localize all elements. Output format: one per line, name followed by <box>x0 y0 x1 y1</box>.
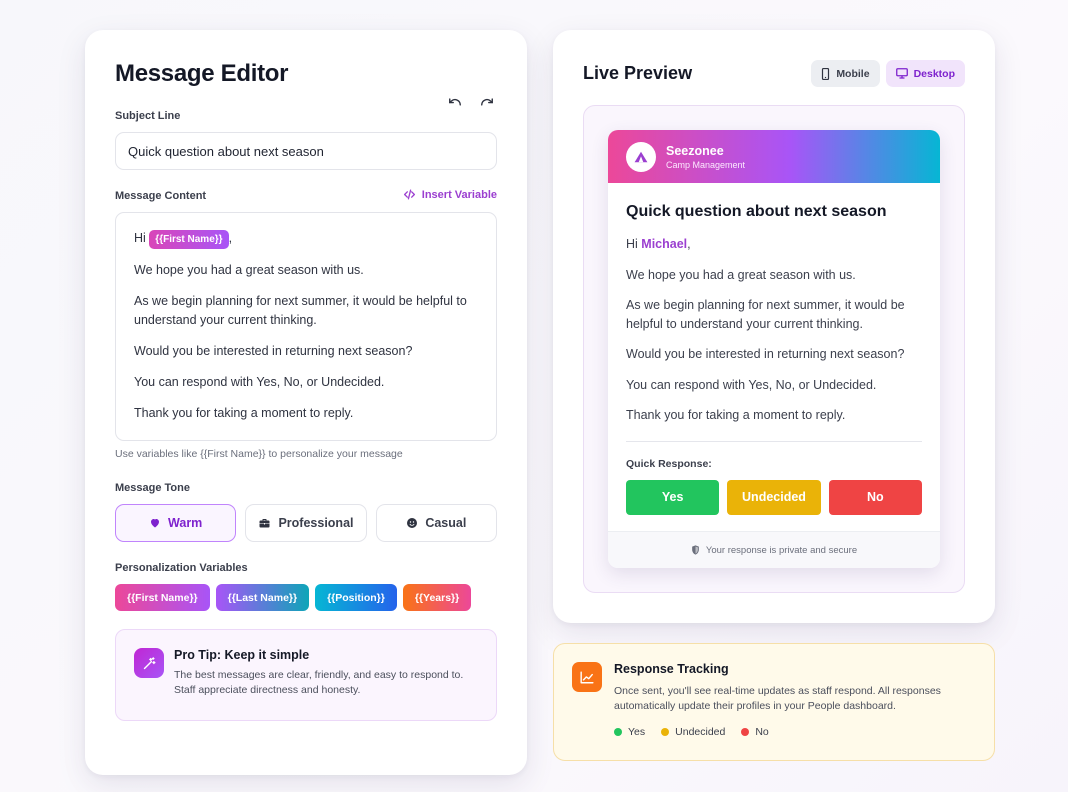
greeting-prefix: Hi <box>134 231 146 245</box>
tone-selector: Warm Professional Casual <box>115 504 497 542</box>
legend-label: Yes <box>628 726 646 738</box>
email-preview: Seezonee Camp Management Quick question … <box>608 130 940 568</box>
tone-professional-label: Professional <box>278 516 354 530</box>
response-tracking-title: Response Tracking <box>614 662 729 676</box>
legend-item-no: No <box>741 726 769 738</box>
smile-icon <box>407 518 418 528</box>
email-subject: Quick question about next season <box>626 203 887 220</box>
device-mobile-label: Mobile <box>836 67 870 80</box>
email-line: Would you be interested in returning nex… <box>626 347 905 361</box>
device-mobile-button[interactable]: Mobile <box>811 60 880 87</box>
phone-icon <box>822 67 830 80</box>
tone-warm-button[interactable]: Warm <box>115 504 237 542</box>
variable-chip-last-name[interactable]: {{Last Name}} <box>215 584 310 611</box>
variable-chip-first-name[interactable]: {{First Name}} <box>115 584 210 611</box>
message-tone-label: Message Tone <box>115 482 190 494</box>
undo-icon[interactable] <box>447 94 463 110</box>
variables-chip-row: {{First Name}} {{Last Name}} {{Position}… <box>115 584 472 611</box>
greeting-suffix: , <box>228 231 233 245</box>
legend-label: No <box>755 726 769 738</box>
email-line: As we begin planning for next summer, it… <box>626 298 905 331</box>
quick-response-label: Quick Response: <box>626 457 712 470</box>
greeting-line: Hi {{First Name}}, <box>134 229 478 249</box>
variable-chip-position[interactable]: {{Position}} <box>315 584 397 611</box>
briefcase-icon <box>259 519 270 528</box>
email-greeting: Hi Michael, <box>626 235 922 254</box>
undo-redo-group <box>447 94 495 110</box>
pro-tip-box: Pro Tip: Keep it simple The best message… <box>115 629 497 721</box>
response-no-button[interactable]: No <box>828 479 922 515</box>
divider <box>626 440 922 442</box>
response-yes-button[interactable]: Yes <box>626 479 720 515</box>
greeting-prefix: Hi <box>626 237 638 251</box>
message-content-editor[interactable]: Hi {{First Name}}, We hope you had a gre… <box>115 212 497 441</box>
device-desktop-button[interactable]: Desktop <box>885 60 965 87</box>
quick-response-buttons: Yes Undecided No <box>626 479 922 515</box>
brand-name: Seezonee <box>666 143 724 158</box>
legend-dot <box>741 728 750 736</box>
email-header: Seezonee Camp Management <box>608 130 940 183</box>
live-preview-title: Live Preview <box>583 63 693 83</box>
content-line: You can respond with Yes, No, or Undecid… <box>134 375 385 389</box>
message-editor-card: Message Editor Subject Line Quick questi… <box>85 30 527 775</box>
footer-text: Your response is private and secure <box>705 544 858 556</box>
live-preview-card: Live Preview Mobile Desktop Seezonee Cam… <box>553 30 995 623</box>
subject-line-label: Subject Line <box>115 110 181 122</box>
email-body: Quick question about next season Hi Mich… <box>608 183 940 515</box>
tone-casual-label: Casual <box>425 516 467 530</box>
content-line: Thank you for taking a moment to reply. <box>134 406 354 420</box>
heart-icon <box>151 519 160 528</box>
monitor-icon <box>895 68 908 79</box>
message-content-label: Message Content <box>115 190 207 202</box>
legend-dot <box>661 728 670 736</box>
variables-hint: Use variables like {{First Name}} to per… <box>115 448 403 460</box>
content-line: We hope you had a great season with us. <box>134 263 364 277</box>
insert-variable-button[interactable]: Insert Variable <box>403 188 497 201</box>
subject-line-input[interactable]: Quick question about next season <box>115 132 497 170</box>
content-line: Would you be interested in returning nex… <box>134 344 413 358</box>
email-line: You can respond with Yes, No, or Undecid… <box>626 377 877 392</box>
subject-line-value: Quick question about next season <box>128 143 324 159</box>
pro-tip-title: Pro Tip: Keep it simple <box>174 648 310 662</box>
response-tracking-card: Response Tracking Once sent, you'll see … <box>553 643 995 761</box>
variable-chip-years[interactable]: {{Years}} <box>402 584 472 611</box>
editor-title: Message Editor <box>115 60 289 87</box>
legend-item-undecided: Undecided <box>661 726 725 738</box>
legend-label: Undecided <box>675 726 726 738</box>
tone-warm-label: Warm <box>168 516 203 530</box>
content-line: As we begin planning for next summer, it… <box>134 294 467 327</box>
redo-icon[interactable] <box>479 94 495 110</box>
shield-icon <box>692 545 699 555</box>
response-tracking-text: Once sent, you'll see real-time updates … <box>614 685 941 712</box>
tracking-legend: Yes Undecided No <box>614 726 976 738</box>
brand-subtitle: Camp Management <box>666 159 746 170</box>
tone-casual-button[interactable]: Casual <box>375 504 497 542</box>
chart-line-icon <box>572 662 602 692</box>
device-toggle: Mobile Desktop <box>811 60 965 87</box>
code-icon <box>403 189 415 200</box>
legend-item-yes: Yes <box>614 726 645 738</box>
email-footer: Your response is private and secure <box>608 531 940 568</box>
magic-wand-icon <box>134 648 164 678</box>
first-name-variable-chip[interactable]: {{First Name}} <box>149 230 229 249</box>
email-line: We hope you had a great season with us. <box>626 267 856 282</box>
pro-tip-text: The best messages are clear, friendly, a… <box>174 669 464 696</box>
greeting-name: Michael <box>641 237 688 251</box>
personalization-variables-label: Personalization Variables <box>115 562 248 574</box>
greeting-suffix: , <box>687 237 691 251</box>
insert-variable-label: Insert Variable <box>421 188 497 201</box>
legend-dot <box>614 728 622 736</box>
email-line: Thank you for taking a moment to reply. <box>626 408 846 422</box>
response-undecided-button[interactable]: Undecided <box>727 479 821 515</box>
preview-frame: Seezonee Camp Management Quick question … <box>583 105 965 593</box>
tone-professional-button[interactable]: Professional <box>245 504 367 542</box>
device-desktop-label: Desktop <box>913 67 955 80</box>
tent-logo-icon <box>626 141 656 172</box>
